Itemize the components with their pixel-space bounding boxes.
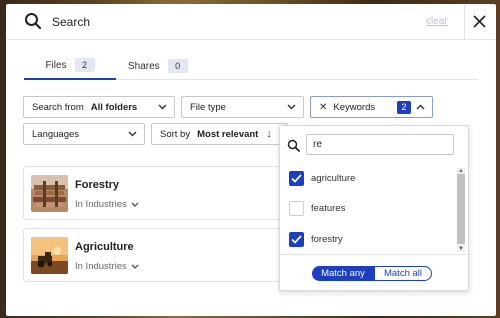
scroll-down-icon[interactable]: ▼ — [458, 246, 464, 252]
search-modal: clear Files 2 Shares 0 Search from All f… — [6, 4, 496, 316]
languages-label: Languages — [32, 128, 80, 140]
results-tabs: Files 2 Shares 0 — [24, 52, 478, 80]
tab-files-label: Files — [45, 59, 67, 71]
checkbox-unchecked[interactable] — [289, 201, 304, 216]
sort-label: Sort by — [160, 128, 191, 140]
check-icon — [291, 235, 302, 244]
search-bar: clear — [6, 4, 496, 40]
tab-files[interactable]: Files 2 — [24, 52, 116, 80]
result-category[interactable]: In Industries — [75, 199, 139, 210]
keyword-option-features[interactable]: features — [289, 201, 345, 216]
keywords-dropdown: agriculture features forestry ▲ ▼ Match … — [279, 125, 470, 291]
keyword-option-label: forestry — [311, 234, 343, 245]
chevron-down-icon — [131, 202, 139, 207]
chevron-down-icon — [158, 104, 167, 110]
sort-filter[interactable]: Sort by Most relevant ↓ — [151, 123, 288, 145]
result-category[interactable]: In Industries — [75, 261, 139, 272]
chevron-down-icon — [131, 264, 139, 269]
tab-shares-count: 0 — [167, 59, 188, 73]
clear-link[interactable]: clear — [426, 16, 448, 27]
divider — [280, 254, 470, 255]
chevron-down-icon — [287, 104, 296, 110]
chevron-down-icon — [128, 131, 137, 137]
checkbox-checked[interactable] — [289, 232, 304, 247]
search-from-value: All folders — [90, 101, 138, 113]
keyword-option-label: agriculture — [311, 173, 356, 184]
scrollbar[interactable]: ▲ ▼ — [457, 168, 465, 252]
match-any-toggle[interactable]: Match any — [312, 266, 374, 281]
match-all-toggle[interactable]: Match all — [374, 266, 432, 281]
result-title[interactable]: Agriculture — [75, 241, 134, 253]
result-title[interactable]: Forestry — [75, 179, 119, 191]
scroll-thumb[interactable] — [457, 174, 465, 244]
search-icon — [25, 13, 42, 30]
remove-keywords-icon[interactable]: ✕ — [319, 102, 327, 113]
keywords-count-badge: 2 — [397, 101, 411, 114]
search-from-filter[interactable]: Search from All folders — [23, 96, 175, 118]
search-icon — [287, 139, 300, 152]
keyword-option-agriculture[interactable]: agriculture — [289, 171, 355, 186]
tab-shares-label: Shares — [128, 60, 160, 72]
arrow-down-icon[interactable]: ↓ — [266, 128, 272, 140]
file-type-label: File type — [190, 101, 226, 113]
languages-filter[interactable]: Languages — [23, 123, 145, 145]
keyword-search-input[interactable] — [306, 134, 454, 155]
sort-value: Most relevant — [197, 128, 259, 140]
search-input[interactable] — [52, 12, 412, 32]
check-icon — [291, 174, 302, 183]
file-type-filter[interactable]: File type — [181, 96, 304, 118]
keywords-filter[interactable]: ✕ Keywords 2 — [310, 96, 433, 118]
keywords-label: Keywords — [333, 101, 376, 113]
chevron-up-icon — [416, 104, 425, 110]
result-category-label: In Industries — [75, 199, 127, 210]
tab-shares[interactable]: Shares 0 — [128, 52, 188, 80]
search-from-label: Search from — [32, 101, 84, 113]
tab-files-count: 2 — [74, 58, 95, 72]
close-icon[interactable] — [472, 14, 487, 29]
divider — [464, 4, 465, 40]
keyword-option-label: features — [311, 203, 346, 214]
forestry-thumbnail — [31, 175, 68, 212]
result-category-label: In Industries — [75, 261, 127, 272]
checkbox-checked[interactable] — [289, 171, 304, 186]
keyword-option-forestry[interactable]: forestry — [289, 232, 343, 247]
agriculture-thumbnail — [31, 237, 68, 274]
